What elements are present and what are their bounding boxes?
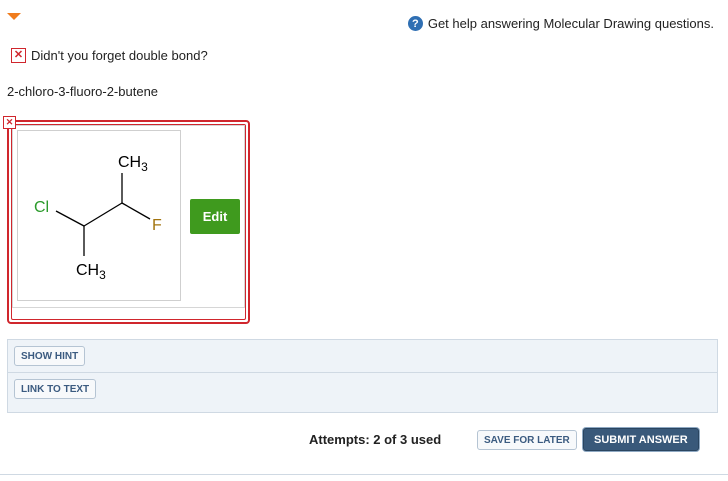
feedback-message: ✕ Didn't you forget double bond? [11, 48, 208, 63]
error-x-icon: ✕ [11, 48, 26, 63]
link-to-text-button[interactable]: LINK TO TEXT [14, 379, 97, 399]
incorrect-x-icon: ✕ [3, 116, 16, 129]
feedback-text: Didn't you forget double bond? [31, 48, 208, 63]
edit-button[interactable]: Edit [190, 199, 240, 234]
attempts-counter: Attempts: 2 of 3 used [309, 432, 442, 447]
save-for-later-button[interactable]: SAVE FOR LATER [477, 430, 577, 450]
hints-panel [7, 339, 718, 413]
bond-cl [55, 210, 85, 227]
footer-divider [0, 474, 728, 475]
cl-label: Cl [34, 199, 49, 216]
help-link-text: Get help answering Molecular Drawing que… [427, 16, 714, 31]
submit-answer-button[interactable]: SUBMIT ANSWER [583, 428, 699, 451]
molecule-drawing: CH3 Cl F CH3 [17, 130, 181, 301]
hints-divider [8, 372, 717, 373]
show-hint-button[interactable]: SHOW HINT [14, 346, 86, 366]
bond-central [83, 202, 123, 227]
collapse-arrow-icon[interactable] [7, 13, 21, 20]
molecule-svg: CH3 Cl F CH3 [34, 154, 162, 282]
f-label: F [152, 217, 162, 234]
help-circle-icon: ? [407, 16, 423, 31]
question-text: 2-chloro-3-fluoro-2-butene [7, 84, 159, 99]
bond-f [121, 202, 151, 220]
help-link[interactable]: ? Get help answering Molecular Drawing q… [407, 16, 714, 31]
ch3-bottom-label: CH3 [76, 262, 106, 282]
ch3-top-label: CH3 [118, 154, 148, 174]
